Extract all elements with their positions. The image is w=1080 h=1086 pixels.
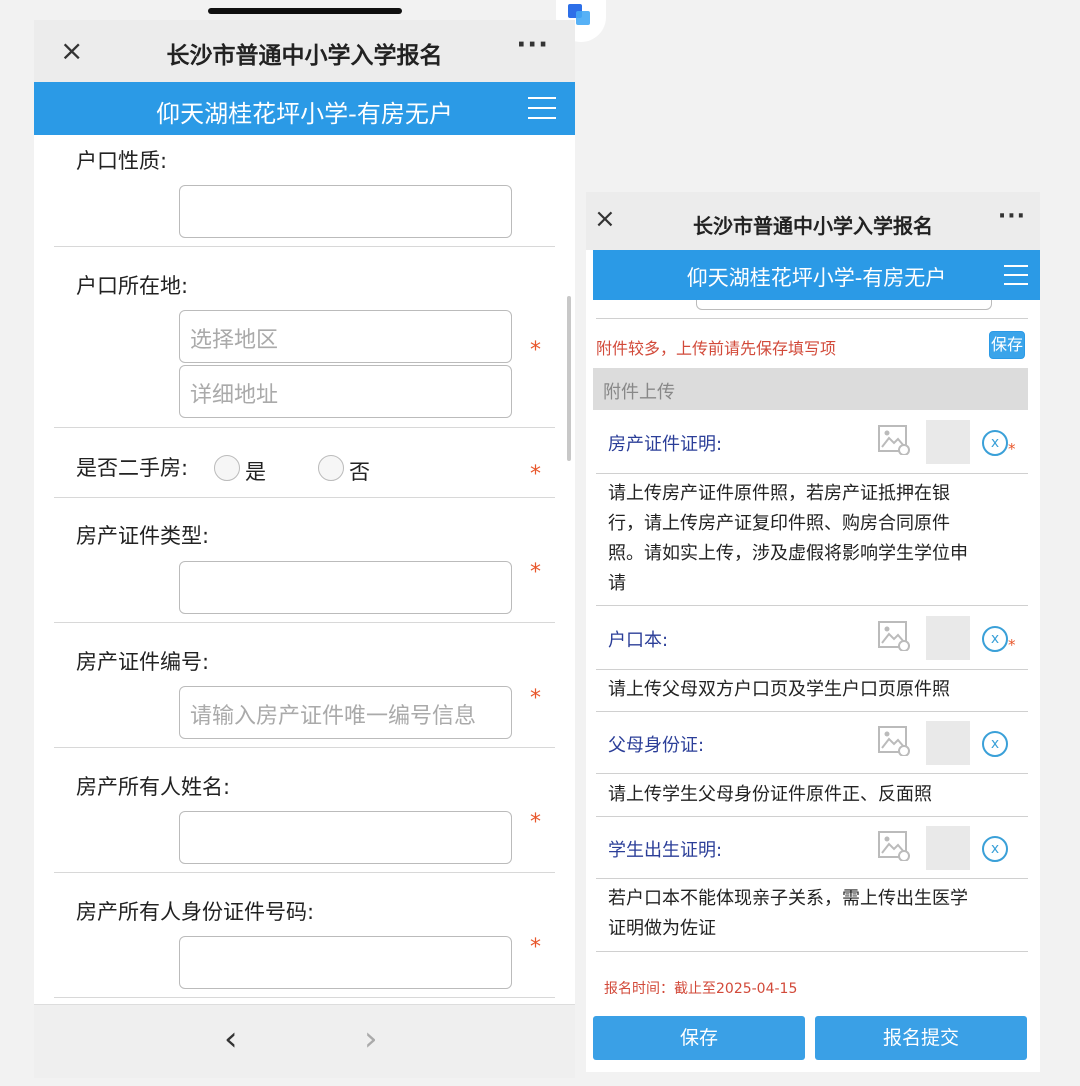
divider (596, 816, 1028, 817)
forward-arrow-icon[interactable]: › (364, 1019, 378, 1059)
address-input[interactable]: 详细地址 (179, 365, 512, 418)
description-line: 照。请如实上传，涉及虚假将影响学生学位申 (608, 543, 968, 564)
submit-button[interactable]: 报名提交 (815, 1016, 1027, 1060)
owner-name-input[interactable] (179, 811, 512, 864)
divider (54, 622, 555, 623)
radio-no-label: 否 (349, 460, 370, 484)
required-mark: * (530, 686, 541, 711)
attachment-description: 请上传父母双方户口页及学生户口页原件照 (608, 675, 1018, 705)
attachment-label: 房产证件证明: (608, 434, 723, 455)
title-bar: × 长沙市普通中小学入学报名 ··· (586, 192, 1040, 250)
image-upload-icon[interactable] (878, 621, 910, 651)
divider (596, 473, 1028, 474)
description-line: 请上传父母双方户口页及学生户口页原件照 (608, 679, 950, 700)
remove-icon[interactable]: x (982, 836, 1008, 862)
radio-no[interactable] (318, 455, 344, 481)
page-title: 长沙市普通中小学入学报名 (166, 43, 443, 69)
required-mark: * (530, 935, 541, 960)
menu-icon[interactable] (1004, 265, 1028, 285)
cert-type-input[interactable] (179, 561, 512, 614)
required-mark: * (1008, 636, 1016, 654)
right-screen: × 长沙市普通中小学入学报名 ··· 仰天湖桂花坪小学-有房无户 附件较多，上传… (586, 192, 1040, 1072)
more-icon[interactable]: ··· (516, 30, 549, 60)
owner-id-label: 房产所有人身份证件号码: (76, 900, 315, 924)
save-small-button[interactable]: 保存 (989, 331, 1025, 359)
hukou-type-label: 户口性质: (76, 149, 168, 173)
second-hand-label: 是否二手房: (76, 456, 189, 480)
description-line: 请 (608, 573, 626, 594)
scrollbar[interactable] (567, 296, 571, 461)
attachment-description: 请上传学生父母身份证件原件正、反面照 (608, 780, 1018, 810)
attachment-description: 若户口本不能体现亲子关系，需上传出生医学 证明做为佐证 (608, 884, 1018, 944)
description-line: 请上传房产证件原件照，若房产证抵押在银 (608, 483, 950, 504)
description-line: 证明做为佐证 (608, 918, 716, 939)
divider (596, 605, 1028, 606)
region-select[interactable]: 选择地区 (179, 310, 512, 363)
divider (596, 669, 1028, 670)
hukou-location-label: 户口所在地: (76, 274, 189, 298)
cert-number-input[interactable]: 请输入房产证件唯一编号信息 (179, 686, 512, 739)
image-thumbnail[interactable] (926, 826, 970, 870)
section-title: 附件上传 (603, 382, 675, 403)
school-title: 仰天湖桂花坪小学-有房无户 (156, 100, 453, 128)
radio-yes-label: 是 (245, 460, 266, 484)
divider (596, 318, 1028, 319)
required-mark: * (1008, 440, 1016, 458)
divider (54, 872, 555, 873)
save-button[interactable]: 保存 (593, 1016, 805, 1060)
save-warning: 附件较多，上传前请先保存填写项 (596, 339, 837, 358)
cert-type-label: 房产证件类型: (76, 524, 210, 548)
status-bar-notch (208, 8, 402, 14)
more-icon[interactable]: ··· (998, 204, 1026, 229)
attachment-label: 父母身份证: (608, 735, 705, 756)
left-screen: × 长沙市普通中小学入学报名 ··· 仰天湖桂花坪小学-有房无户 户口性质: 户… (34, 20, 575, 1078)
divider (596, 711, 1028, 712)
image-upload-icon[interactable] (878, 831, 910, 861)
divider (54, 427, 555, 428)
hukou-type-input[interactable] (179, 185, 512, 238)
school-title: 仰天湖桂花坪小学-有房无户 (686, 266, 947, 290)
divider (54, 246, 555, 247)
remove-icon[interactable]: x (982, 626, 1008, 652)
page-title: 长沙市普通中小学入学报名 (693, 214, 933, 238)
school-header: 仰天湖桂花坪小学-有房无户 (34, 82, 575, 135)
title-bar: × 长沙市普通中小学入学报名 ··· (34, 20, 575, 82)
attachment-label: 户口本: (608, 630, 669, 651)
cert-number-label: 房产证件编号: (76, 650, 210, 674)
required-mark: * (530, 560, 541, 585)
remove-icon[interactable]: x (982, 430, 1008, 456)
remove-icon[interactable]: x (982, 731, 1008, 757)
owner-id-input[interactable] (179, 936, 512, 989)
bottom-nav: ‹ › (34, 1004, 575, 1078)
school-header: 仰天湖桂花坪小学-有房无户 (593, 250, 1040, 300)
divider (54, 747, 555, 748)
description-line: 行，请上传房产证复印件照、购房合同原件 (608, 513, 950, 534)
radio-yes[interactable] (214, 455, 240, 481)
attachment-label: 学生出生证明: (608, 840, 723, 861)
divider (596, 951, 1028, 952)
attachment-section-header: 附件上传 (593, 368, 1028, 410)
divider (54, 497, 555, 498)
image-thumbnail[interactable] (926, 616, 970, 660)
owner-name-label: 房产所有人姓名: (76, 775, 231, 799)
image-thumbnail[interactable] (926, 721, 970, 765)
previous-field-edge (696, 300, 992, 310)
required-mark: * (530, 810, 541, 835)
divider (596, 878, 1028, 879)
back-arrow-icon[interactable]: ‹ (224, 1019, 238, 1059)
divider (596, 773, 1028, 774)
image-thumbnail[interactable] (926, 420, 970, 464)
menu-icon[interactable] (528, 97, 556, 119)
description-line: 若户口本不能体现亲子关系，需上传出生医学 (608, 888, 968, 909)
attachment-description: 请上传房产证件原件照，若房产证抵押在银 行，请上传房产证复印件照、购房合同原件 … (608, 479, 1018, 599)
image-upload-icon[interactable] (878, 726, 910, 756)
required-mark: * (530, 462, 541, 487)
divider (54, 997, 555, 998)
image-upload-icon[interactable] (878, 425, 910, 455)
required-mark: * (530, 338, 541, 363)
deadline-text: 报名时间：截止至2025-04-15 (604, 981, 798, 997)
description-line: 请上传学生父母身份证件原件正、反面照 (608, 784, 932, 805)
